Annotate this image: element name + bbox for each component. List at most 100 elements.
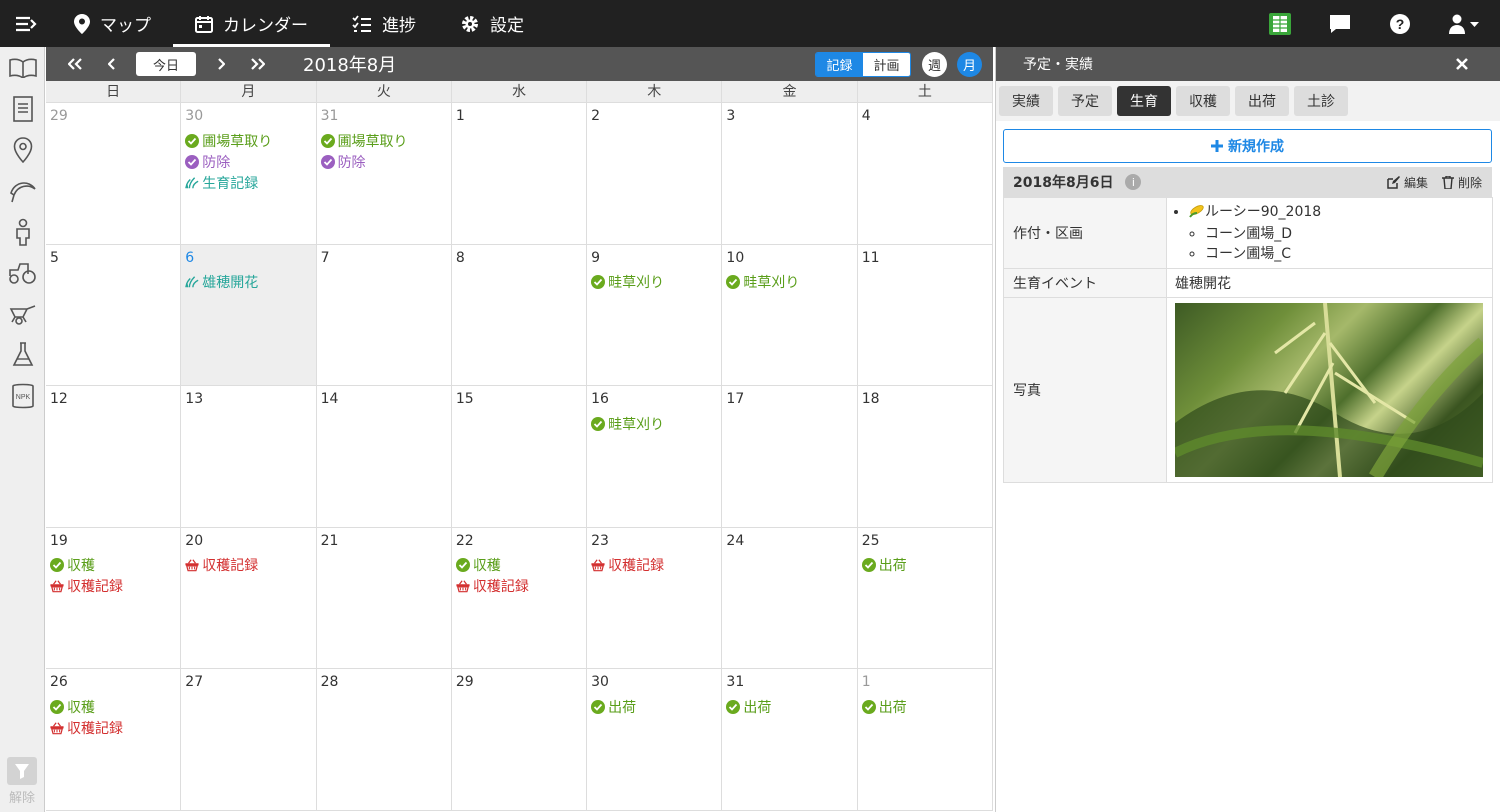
calendar-day-cell[interactable]: 24 xyxy=(722,527,858,669)
wheelbarrow-icon[interactable] xyxy=(0,293,45,334)
calendar-day-cell[interactable]: 17 xyxy=(722,386,858,527)
calendar-day-cell[interactable]: 15 xyxy=(452,386,588,527)
calendar-event[interactable]: 雄穂開花 xyxy=(185,272,311,293)
npk-fertilizer-icon[interactable]: NPK xyxy=(0,375,45,416)
calendar-day-cell[interactable]: 7 xyxy=(317,244,452,386)
calendar-day-cell[interactable]: 31 出荷 xyxy=(722,669,858,810)
calendar-day-cell[interactable]: 12 xyxy=(46,386,182,527)
calendar-event[interactable]: 畦草刈り xyxy=(591,413,717,434)
chat-icon[interactable] xyxy=(1310,0,1370,47)
document-icon[interactable] xyxy=(0,88,45,129)
menu-toggle-icon[interactable] xyxy=(0,0,52,47)
location-icon[interactable] xyxy=(0,129,45,170)
record-view-button[interactable]: 記録 xyxy=(816,53,863,76)
calendar-day-cell[interactable]: 31 圃場草取り 防除 xyxy=(317,103,452,244)
calendar-event[interactable]: 防除 xyxy=(185,151,311,172)
nav-tab-calendar[interactable]: カレンダー xyxy=(173,0,330,47)
calendar-day-cell[interactable]: 19 収穫 収穫記録 xyxy=(46,527,182,669)
nav-tab-progress[interactable]: 進捗 xyxy=(330,0,438,47)
today-button[interactable]: 今日 xyxy=(136,52,196,76)
calendar-day-cell[interactable]: 2 xyxy=(587,103,723,244)
plan-view-button[interactable]: 計画 xyxy=(863,53,910,76)
nav-tab-map[interactable]: マップ xyxy=(52,0,173,47)
crop-item[interactable]: ルーシー90_2018 コーン圃場_D コーン圃場_C xyxy=(1189,202,1484,264)
edit-button[interactable]: 編集 xyxy=(1387,174,1428,191)
calendar-event[interactable]: 畦草刈り xyxy=(726,272,852,293)
delete-button[interactable]: 削除 xyxy=(1441,174,1482,191)
calendar-event[interactable]: 出荷 xyxy=(591,696,717,717)
prev-year-button[interactable] xyxy=(56,47,93,81)
calendar-day-cell[interactable]: 13 xyxy=(181,386,317,527)
growth-photo[interactable] xyxy=(1175,303,1483,477)
calendar-day-cell[interactable]: 14 xyxy=(317,386,452,527)
calendar-day-cell[interactable]: 4 xyxy=(858,103,993,244)
tab-growth[interactable]: 生育 xyxy=(1117,86,1171,116)
day-number: 14 xyxy=(320,391,339,408)
calendar-event[interactable]: 収穫記録 xyxy=(185,555,311,576)
calendar-day-cell[interactable]: 25 出荷 xyxy=(858,527,993,669)
calendar-day-cell[interactable]: 11 xyxy=(858,244,993,386)
week-view-button[interactable]: 週 xyxy=(922,52,947,77)
close-icon[interactable] xyxy=(1456,55,1468,74)
calendar-day-cell[interactable]: 20 収穫記録 xyxy=(181,527,317,669)
worker-icon[interactable] xyxy=(0,211,45,252)
calendar-event[interactable]: 収穫 xyxy=(455,555,582,576)
calendar-event[interactable]: 圃場草取り xyxy=(320,130,447,151)
sickle-icon[interactable] xyxy=(0,170,45,211)
calendar-event[interactable]: 収穫記録 xyxy=(50,576,176,597)
calendar-day-cell[interactable]: 30 圃場草取り 防除 生育記録 xyxy=(181,103,317,244)
book-icon[interactable] xyxy=(0,47,45,88)
calendar-event[interactable]: 圃場草取り xyxy=(185,130,311,151)
calendar-day-cell[interactable]: 1 出荷 xyxy=(858,669,993,810)
calendar-event[interactable]: 収穫 xyxy=(50,696,176,717)
calendar-event[interactable]: 収穫記録 xyxy=(456,576,582,597)
calendar-day-cell[interactable]: 23 収穫記録 xyxy=(587,527,723,669)
month-view-button[interactable]: 月 xyxy=(957,52,982,77)
tractor-icon[interactable] xyxy=(0,252,45,293)
calendar-event[interactable]: 出荷 xyxy=(726,696,852,717)
calendar-day-cell[interactable]: 10 畦草刈り xyxy=(722,244,858,386)
nav-tab-settings[interactable]: 設定 xyxy=(438,0,546,47)
calendar-day-cell[interactable]: 22 収穫 収穫記録 xyxy=(452,527,588,669)
calendar-day-cell[interactable]: 6 雄穂開花 xyxy=(181,244,317,386)
calendar-event[interactable]: 出荷 xyxy=(861,696,988,717)
calendar-event[interactable]: 生育記録 xyxy=(185,172,311,193)
calendar-event[interactable]: 出荷 xyxy=(861,555,988,576)
calendar-day-cell[interactable]: 9 畦草刈り xyxy=(587,244,723,386)
calendar-day-cell[interactable]: 26 収穫 収穫記録 xyxy=(46,669,182,810)
calendar-day-cell[interactable]: 3 xyxy=(722,103,858,244)
next-year-button[interactable] xyxy=(239,47,276,81)
user-menu-icon[interactable] xyxy=(1430,0,1500,47)
info-icon[interactable]: i xyxy=(1125,174,1142,190)
field-item[interactable]: コーン圃場_C xyxy=(1205,244,1484,264)
calendar-day-cell[interactable]: 16 畦草刈り xyxy=(587,386,723,527)
calendar-day-cell[interactable]: 27 xyxy=(181,669,317,810)
calendar-event[interactable]: 畦草刈り xyxy=(591,272,717,293)
calendar-day-cell[interactable]: 28 xyxy=(317,669,452,810)
new-record-button[interactable]: 新規作成 xyxy=(1003,129,1492,163)
flask-icon[interactable] xyxy=(0,334,45,375)
tab-results[interactable]: 実績 xyxy=(999,86,1053,116)
filter-clear-button[interactable]: 解除 xyxy=(7,757,37,806)
calendar-day-cell[interactable]: 30 出荷 xyxy=(587,669,723,810)
tab-soil-diagnosis[interactable]: 土診 xyxy=(1294,86,1348,116)
calendar-event[interactable]: 収穫記録 xyxy=(591,555,717,576)
calendar-event[interactable]: 収穫記録 xyxy=(50,717,176,738)
help-icon[interactable]: ? xyxy=(1370,0,1430,47)
spreadsheet-icon[interactable] xyxy=(1250,0,1310,47)
calendar-day-cell[interactable]: 29 xyxy=(46,103,182,244)
calendar-day-cell[interactable]: 1 xyxy=(452,103,588,244)
prev-month-button[interactable] xyxy=(93,47,130,81)
calendar-event[interactable]: 防除 xyxy=(320,151,447,172)
field-item[interactable]: コーン圃場_D xyxy=(1205,224,1484,244)
calendar-day-cell[interactable]: 21 xyxy=(317,527,452,669)
calendar-day-cell[interactable]: 5 xyxy=(46,244,182,386)
tab-plans[interactable]: 予定 xyxy=(1058,86,1112,116)
calendar-day-cell[interactable]: 18 xyxy=(858,386,993,527)
calendar-day-cell[interactable]: 29 xyxy=(452,669,588,810)
next-month-button[interactable] xyxy=(202,47,239,81)
tab-harvest[interactable]: 収穫 xyxy=(1176,86,1230,116)
tab-shipping[interactable]: 出荷 xyxy=(1235,86,1289,116)
calendar-day-cell[interactable]: 8 xyxy=(452,244,588,386)
calendar-event[interactable]: 収穫 xyxy=(50,555,176,576)
